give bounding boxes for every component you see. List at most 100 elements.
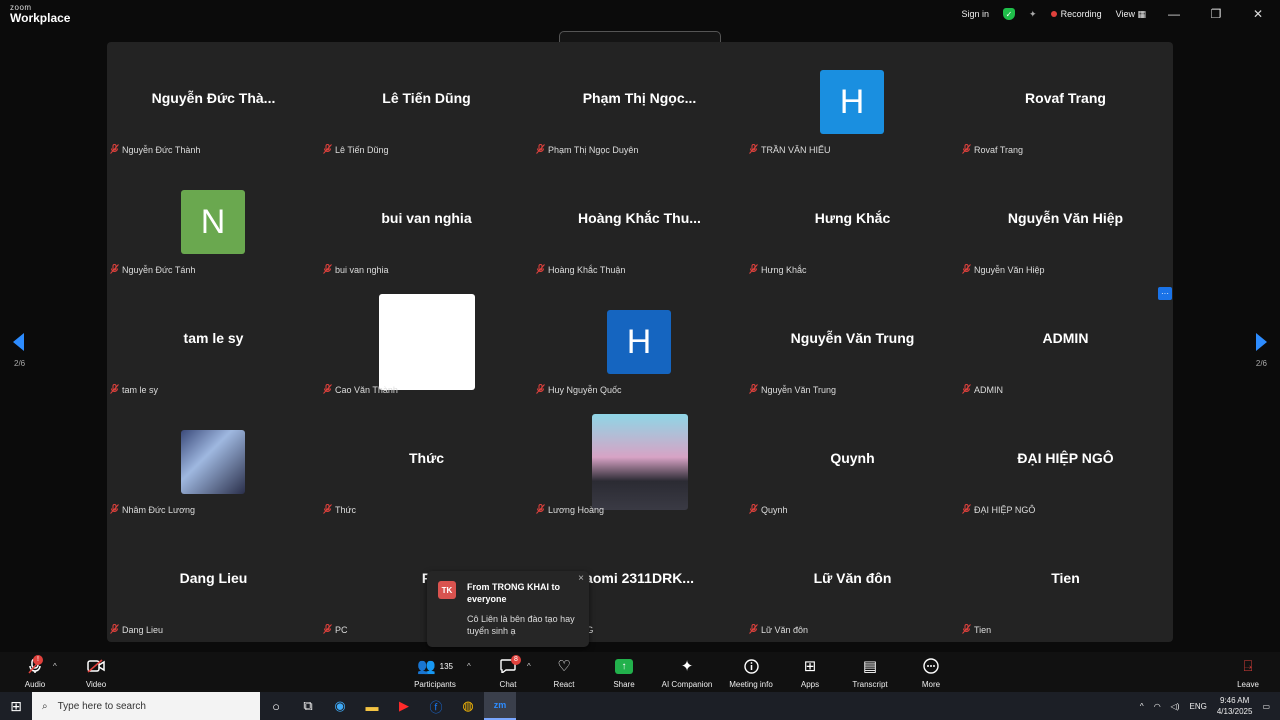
transcript-button[interactable]: ▤ Transcript xyxy=(835,656,905,689)
share-arrow-icon: ↑ xyxy=(615,658,633,674)
participant-name-label: Hưng Khắc xyxy=(749,264,807,276)
taskbar-search-box[interactable]: ⌕ Type here to search xyxy=(32,692,260,720)
participant-tile[interactable]: ĐẠI HIỆP NGÔ ĐẠI HIỆP NGÔ xyxy=(959,402,1172,522)
participant-tile[interactable]: tam le sy tam le sy xyxy=(107,282,320,402)
participant-tile[interactable]: Cao Văn Thành xyxy=(320,282,533,402)
edge-browser-icon[interactable]: ◉ xyxy=(324,692,356,720)
restore-button[interactable]: ❐ xyxy=(1202,7,1230,21)
participant-tile[interactable]: Lê Tiến Dũng Lê Tiến Dũng xyxy=(320,42,533,162)
tile-more-options-icon[interactable]: ··· xyxy=(1158,287,1172,300)
participant-tile[interactable]: Tien Tien xyxy=(959,522,1172,642)
participant-tile[interactable]: Nhâm Đức Lương xyxy=(107,402,320,522)
participant-name-label: Rovaf Trang xyxy=(962,144,1023,156)
participant-name: Nguyễn Văn Hiệp xyxy=(974,265,1045,275)
participant-tile[interactable]: Quynh Quynh xyxy=(746,402,959,522)
participant-tile[interactable]: Rovaf Trang Rovaf Trang xyxy=(959,42,1172,162)
participant-name: Dang Lieu xyxy=(122,625,164,635)
leave-label: Leave xyxy=(1237,680,1259,689)
muted-mic-icon xyxy=(323,384,332,396)
participant-tile[interactable]: Nguyễn Đức Thà... Nguyễn Đức Thành xyxy=(107,42,320,162)
participant-display-name: Nguyễn Văn Trung xyxy=(790,330,915,346)
participant-name-label: Dang Lieu xyxy=(110,624,163,636)
participant-tile[interactable]: ADMIN ADMIN xyxy=(959,282,1172,402)
recording-indicator[interactable]: Recording xyxy=(1050,9,1102,19)
clock-time: 9:46 AM xyxy=(1219,696,1250,705)
notification-icon[interactable]: ▭ xyxy=(1262,702,1270,711)
leave-button[interactable]: ⍈ Leave xyxy=(1213,656,1280,690)
muted-mic-icon xyxy=(323,264,332,276)
participant-tile[interactable]: N Nguyễn Đức Tánh xyxy=(107,162,320,282)
more-button[interactable]: More xyxy=(896,656,966,689)
participant-name-label: Cao Văn Thành xyxy=(323,384,398,396)
participant-tile[interactable]: Hưng Khắc Hưng Khắc xyxy=(746,162,959,282)
facebook-icon[interactable]: ⓕ xyxy=(420,692,452,720)
share-button[interactable]: ↑ Share xyxy=(589,656,659,689)
participant-name: ĐẠI HIỆP NGÔ xyxy=(974,505,1036,515)
grid-icon: ▦ xyxy=(1137,8,1146,19)
tray-expand-icon[interactable]: ^ xyxy=(1140,702,1144,711)
participant-display-name: tam le sy xyxy=(183,330,244,346)
windows-start-icon[interactable]: ⊞ xyxy=(0,692,32,720)
participant-tile[interactable]: Lương Hoàng xyxy=(533,402,746,522)
participant-name: Nguyễn Đức Thành xyxy=(122,145,201,155)
participant-name: Hoàng Khắc Thuận xyxy=(548,265,626,275)
participant-avatar: H xyxy=(820,70,884,134)
recording-dot-icon xyxy=(1050,11,1057,17)
participants-button[interactable]: 👥 135 Participants xyxy=(400,656,470,689)
chrome-icon[interactable]: ◍ xyxy=(452,692,484,720)
participant-tile[interactable]: Hoàng Khắc Thu... Hoàng Khắc Thuận xyxy=(533,162,746,282)
participant-name-label: Phạm Thị Ngọc Duyên xyxy=(536,144,638,156)
participant-name-label: Nguyễn Đức Thành xyxy=(110,144,200,156)
close-button[interactable]: ✕ xyxy=(1244,7,1272,21)
muted-mic-icon xyxy=(536,264,545,276)
recording-label: Recording xyxy=(1060,9,1102,19)
participant-display-name: Quynh xyxy=(830,450,875,466)
chat-notification[interactable]: TK From TRONG KHAI to everyone Cô Liên l… xyxy=(427,571,589,647)
participant-tile[interactable]: Nguyễn Văn Hiệp Nguyễn Văn Hiệp xyxy=(959,162,1172,282)
clock[interactable]: 9:46 AM 4/13/2025 xyxy=(1217,695,1253,717)
minimize-button[interactable]: — xyxy=(1160,7,1188,21)
participant-tile[interactable]: bui van nghia bui van nghia xyxy=(320,162,533,282)
audio-options-caret-icon[interactable]: ^ xyxy=(53,662,57,671)
participant-name: Nguyễn Đức Tánh xyxy=(122,265,196,275)
participant-profile-photo xyxy=(592,414,688,510)
zoom-taskbar-icon[interactable]: zm xyxy=(484,692,516,720)
muted-mic-icon xyxy=(749,624,758,636)
participant-name: Lê Tiến Dũng xyxy=(335,145,389,155)
participant-name-label: Quynh xyxy=(749,504,788,516)
participant-tile[interactable]: H Huy Nguyễn Quốc xyxy=(533,282,746,402)
next-page-arrow-icon[interactable] xyxy=(1256,333,1267,351)
ai-companion-label: AI Companion xyxy=(661,680,713,689)
view-button[interactable]: View ▦ xyxy=(1116,9,1146,20)
title-bar: zoom Workplace Sign in ✓ ✦ Recording Vie… xyxy=(0,0,1280,30)
participant-name-label: ADMIN xyxy=(962,384,1003,396)
network-icon[interactable]: ◠ xyxy=(1154,702,1161,711)
task-view-icon[interactable]: ⧉ xyxy=(292,692,324,720)
close-icon[interactable]: × xyxy=(578,573,584,584)
file-explorer-icon[interactable]: ▬ xyxy=(356,692,388,720)
participant-name-label: Hoàng Khắc Thuận xyxy=(536,264,625,276)
youtube-icon[interactable]: ▶ xyxy=(388,692,420,720)
participant-tile[interactable]: Nguyễn Văn Trung Nguyễn Văn Trung xyxy=(746,282,959,402)
sign-in-link[interactable]: Sign in xyxy=(962,9,990,19)
participant-tile[interactable]: Thức Thức xyxy=(320,402,533,522)
volume-icon[interactable]: ◁) xyxy=(1171,702,1180,711)
sparkle-icon[interactable]: ✦ xyxy=(1029,9,1037,20)
participant-tile[interactable]: Dang Lieu Dang Lieu xyxy=(107,522,320,642)
zoom-logo: zoom Workplace xyxy=(10,4,70,25)
input-language[interactable]: ENG xyxy=(1190,702,1207,711)
previous-page-arrow-icon[interactable] xyxy=(13,333,24,351)
participant-name-label: Lữ Văn đôn xyxy=(749,624,808,636)
participants-caret-icon[interactable]: ^ xyxy=(467,662,471,671)
ai-companion-button[interactable]: ✦ AI Companion xyxy=(652,656,722,689)
participant-name: Nguyễn Văn Trung xyxy=(761,385,837,395)
participant-name-label: TRẦN VĂN HIẾU xyxy=(749,144,831,156)
participant-name-label: tam le sy xyxy=(110,384,158,396)
participant-tile[interactable]: Phạm Thị Ngọc... Phạm Thị Ngọc Duyên xyxy=(533,42,746,162)
video-button[interactable]: Video xyxy=(61,656,131,689)
participant-tile[interactable]: Lữ Văn đôn Lữ Văn đôn xyxy=(746,522,959,642)
participant-name-label: Lương Hoàng xyxy=(536,504,604,516)
cortana-icon[interactable]: ○ xyxy=(260,692,292,720)
participant-tile[interactable]: H TRẦN VĂN HIẾU xyxy=(746,42,959,162)
shield-icon[interactable]: ✓ xyxy=(1003,8,1016,20)
